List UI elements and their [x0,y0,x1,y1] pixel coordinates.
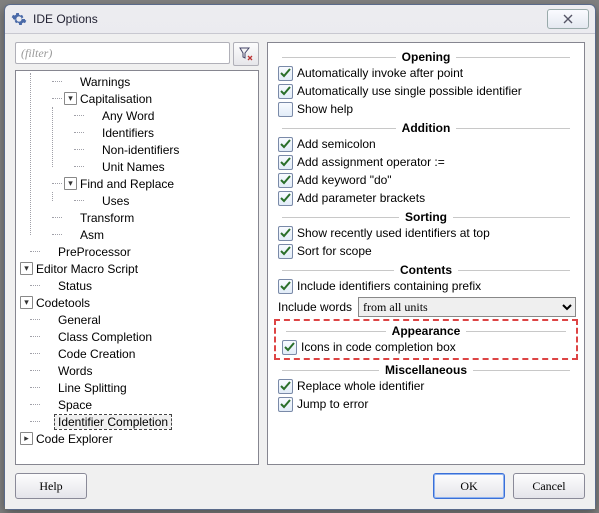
group-misc: Miscellaneous [276,363,576,377]
checkbox[interactable] [278,279,293,294]
tree-item-selected[interactable]: Identifier Completion [55,415,171,429]
include-words-select[interactable]: from all units [358,297,576,317]
close-button[interactable] [547,9,589,29]
group-contents: Contents [276,263,576,277]
checkbox[interactable] [278,244,293,259]
tree-item[interactable]: Status [55,279,95,293]
ok-button[interactable]: OK [433,473,505,499]
options-panel: Opening Automatically invoke after point… [267,42,585,465]
appearance-highlight: Appearance Icons in code completion box [274,319,578,360]
close-icon [563,14,573,24]
tree-item[interactable]: Non-identifiers [99,143,182,157]
tree-item[interactable]: PreProcessor [55,245,134,259]
tree-item[interactable]: Identifiers [99,126,157,140]
option-label: Add parameter brackets [297,191,425,205]
option-label: Show recently used identifiers at top [297,226,490,240]
checkbox-icons-in-completion[interactable] [282,340,297,355]
tree-item[interactable]: Codetools [33,296,93,310]
options-tree[interactable]: Warnings ▾Capitalisation Any Word Identi… [15,70,259,465]
expand-icon[interactable]: ▸ [20,432,33,445]
checkbox[interactable] [278,379,293,394]
tree-item[interactable]: Code Explorer [33,432,116,446]
checkbox[interactable] [278,155,293,170]
dialog-title: IDE Options [33,12,98,26]
help-button[interactable]: Help [15,473,87,499]
group-sorting: Sorting [276,210,576,224]
group-addition: Addition [276,121,576,135]
tree-item[interactable]: Line Splitting [55,381,130,395]
option-label: Show help [297,102,353,116]
tree-item[interactable]: Asm [77,228,107,242]
tree-item[interactable]: Capitalisation [77,92,155,106]
titlebar: IDE Options [5,5,595,33]
checkbox[interactable] [278,226,293,241]
tree-item[interactable]: Editor Macro Script [33,262,141,276]
tree-item[interactable]: Any Word [99,109,157,123]
checkbox[interactable] [278,173,293,188]
tree-item[interactable]: Unit Names [99,160,168,174]
gear-icon [11,11,27,27]
group-opening: Opening [276,50,576,64]
checkbox[interactable] [278,191,293,206]
checkbox[interactable] [278,137,293,152]
tree-item[interactable]: Code Creation [55,347,138,361]
option-label: Add semicolon [297,137,376,151]
collapse-icon[interactable]: ▾ [20,296,33,309]
collapse-icon[interactable]: ▾ [64,92,77,105]
option-label: Add assignment operator := [297,155,445,169]
tree-item[interactable]: Words [55,364,95,378]
funnel-clear-icon [239,47,253,61]
tree-item[interactable]: Space [55,398,95,412]
option-label: Add keyword "do" [297,173,392,187]
tree-item[interactable]: Uses [99,194,132,208]
option-label: Icons in code completion box [301,340,456,354]
collapse-icon[interactable]: ▾ [20,262,33,275]
clear-filter-button[interactable] [233,42,259,66]
collapse-icon[interactable]: ▾ [64,177,77,190]
tree-item[interactable]: Warnings [77,75,133,89]
tree-item[interactable]: Transform [77,211,137,225]
ide-options-dialog: IDE Options [4,4,596,510]
option-label: Include identifiers containing prefix [297,279,481,293]
checkbox[interactable] [278,102,293,117]
checkbox[interactable] [278,397,293,412]
option-label: Replace whole identifier [297,379,424,393]
group-appearance: Appearance [280,324,572,338]
option-label: Jump to error [297,397,368,411]
tree-item[interactable]: General [55,313,104,327]
filter-input[interactable] [15,42,230,64]
checkbox[interactable] [278,66,293,81]
include-words-label: Include words [278,300,352,314]
tree-item[interactable]: Class Completion [55,330,155,344]
option-label: Automatically use single possible identi… [297,84,522,98]
option-label: Sort for scope [297,244,372,258]
tree-item[interactable]: Find and Replace [77,177,177,191]
cancel-button[interactable]: Cancel [513,473,585,499]
checkbox[interactable] [278,84,293,99]
option-label: Automatically invoke after point [297,66,463,80]
